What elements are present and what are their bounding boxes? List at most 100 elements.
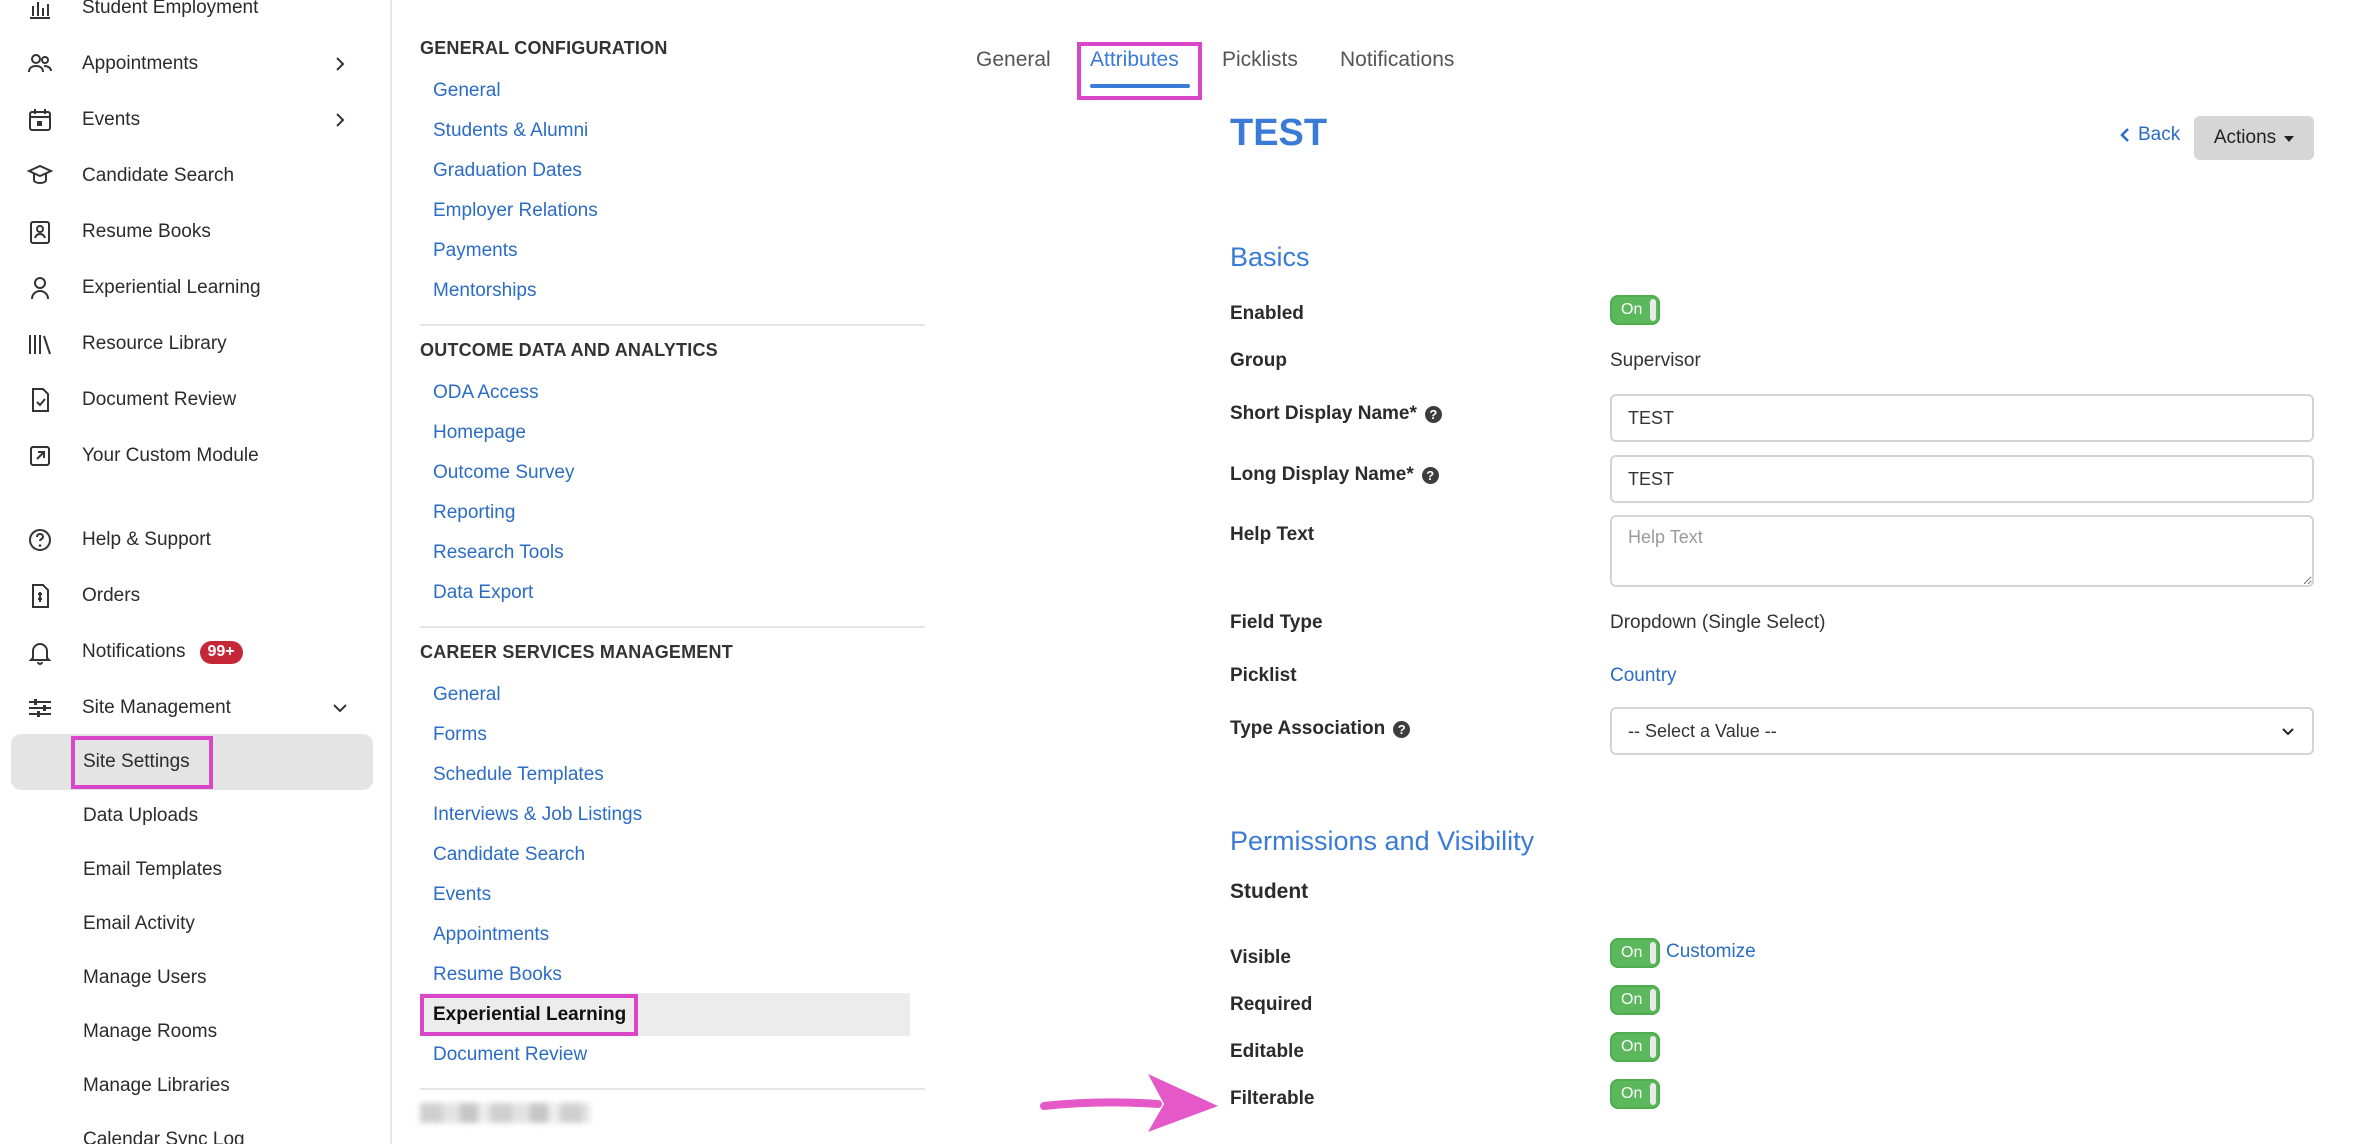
nav-item-label: Candidate Search: [82, 165, 235, 186]
label-text: Help Text: [1230, 524, 1315, 545]
long-display-name-label: Long Display Name*?: [1230, 464, 1439, 486]
caret-down-icon: [2284, 136, 2295, 142]
nav-sub-label: Manage Rooms: [83, 1021, 218, 1042]
short-display-name-input[interactable]: [1610, 394, 2314, 442]
chevron-down-icon: [333, 704, 347, 713]
nav-item-resource-library[interactable]: Resource Library: [26, 324, 366, 364]
settings-link-payments[interactable]: Payments: [433, 240, 517, 262]
tab-notifications[interactable]: Notifications: [1340, 48, 1454, 72]
group-value: Supervisor: [1610, 350, 1701, 371]
settings-link-data-export[interactable]: Data Export: [433, 582, 533, 604]
nav-sub-label: Email Templates: [83, 859, 223, 880]
settings-link-homepage[interactable]: Homepage: [433, 422, 526, 444]
permissions-visibility-heading: Permissions and Visibility: [1230, 826, 1535, 856]
enabled-toggle[interactable]: On: [1610, 295, 1660, 325]
nav-item-help-support[interactable]: Help & Support: [26, 520, 366, 560]
toggle-text: On: [1621, 944, 1643, 961]
long-display-name-input[interactable]: [1610, 455, 2314, 503]
nav-item-label: Notifications: [82, 641, 186, 662]
settings-link-csm-general[interactable]: General: [433, 684, 501, 706]
settings-link-general[interactable]: General: [433, 80, 501, 102]
settings-link-employer-relations[interactable]: Employer Relations: [433, 200, 598, 222]
editable-toggle[interactable]: On: [1610, 1032, 1660, 1062]
nav-sub-manage-libraries[interactable]: Manage Libraries: [83, 1068, 230, 1104]
nav-item-label: Student Employment: [82, 0, 259, 18]
type-association-select[interactable]: -- Select a Value --: [1610, 707, 2314, 755]
settings-link-events[interactable]: Events: [433, 884, 491, 906]
actions-label: Actions: [2213, 127, 2277, 148]
settings-link-forms[interactable]: Forms: [433, 724, 487, 746]
actions-dropdown-button[interactable]: Actions: [2194, 116, 2314, 160]
picklist-label: Picklist: [1230, 665, 1297, 687]
required-toggle[interactable]: On: [1610, 985, 1660, 1015]
student-subheading: Student: [1230, 880, 1308, 904]
help-text-label: Help Text: [1230, 524, 1314, 546]
nav-item-label: Resume Books: [82, 221, 211, 242]
nav-item-label: Experiential Learning: [82, 277, 261, 298]
question-circle-icon[interactable]: ?: [1393, 720, 1411, 738]
type-association-label: Type Association?: [1230, 718, 1411, 740]
nav-item-orders[interactable]: Orders: [26, 576, 366, 616]
nav-sub-calendar-sync-log[interactable]: Calendar Sync Log: [83, 1122, 245, 1144]
nav-item-student-employment[interactable]: Student Employment: [26, 0, 366, 28]
help-icon: [26, 525, 60, 555]
tab-general[interactable]: General: [976, 48, 1051, 72]
settings-link-students-alumni[interactable]: Students & Alumni: [433, 120, 588, 142]
nav-item-site-management[interactable]: Site Management: [26, 688, 366, 728]
help-text-textarea[interactable]: [1610, 515, 2314, 587]
settings-link-research-tools[interactable]: Research Tools: [433, 542, 564, 564]
redacted-section-heading: [420, 1103, 590, 1123]
question-circle-icon[interactable]: ?: [1421, 466, 1439, 484]
label-text: Long Display Name*: [1230, 464, 1414, 485]
chevron-down-icon: [2282, 728, 2294, 736]
external-icon: [26, 441, 60, 471]
settings-link-resume-books[interactable]: Resume Books: [433, 964, 562, 986]
nav-sub-email-activity[interactable]: Email Activity: [83, 906, 195, 942]
highlight-attributes-tab: [1077, 42, 1202, 100]
settings-link-reporting[interactable]: Reporting: [433, 502, 515, 524]
nav-item-candidate-search[interactable]: Candidate Search: [26, 156, 366, 196]
nav-sub-manage-users[interactable]: Manage Users: [83, 960, 207, 996]
tab-picklists[interactable]: Picklists: [1222, 48, 1298, 72]
label-text: Enabled: [1230, 303, 1304, 324]
question-circle-icon[interactable]: ?: [1424, 405, 1442, 423]
nav-item-resume-books[interactable]: Resume Books: [26, 212, 366, 252]
customize-link[interactable]: Customize: [1666, 941, 1756, 963]
settings-link-document-review[interactable]: Document Review: [433, 1044, 587, 1066]
filterable-toggle[interactable]: On: [1610, 1079, 1660, 1109]
nav-item-your-custom-module[interactable]: Your Custom Module: [26, 436, 366, 476]
learner-icon: [26, 273, 60, 303]
label-text: Required: [1230, 994, 1313, 1015]
picklist-link[interactable]: Country: [1610, 665, 1677, 687]
nav-sub-email-templates[interactable]: Email Templates: [83, 852, 222, 888]
bar-chart-icon: [26, 0, 60, 23]
settings-link-mentorships[interactable]: Mentorships: [433, 280, 537, 302]
settings-link-graduation-dates[interactable]: Graduation Dates: [433, 160, 582, 182]
back-link[interactable]: Back: [2118, 124, 2180, 146]
library-icon: [26, 329, 60, 359]
settings-link-outcome-survey[interactable]: Outcome Survey: [433, 462, 575, 484]
nav-sub-label: Calendar Sync Log: [83, 1129, 245, 1144]
settings-link-oda-access[interactable]: ODA Access: [433, 382, 539, 404]
visible-toggle[interactable]: On: [1610, 938, 1660, 968]
nav-item-appointments[interactable]: Appointments: [26, 44, 366, 84]
nav-item-label: Site Management: [82, 697, 231, 718]
short-display-name-label: Short Display Name*?: [1230, 403, 1442, 425]
label-text: Group: [1230, 350, 1287, 371]
basics-heading: Basics: [1230, 242, 1310, 272]
section-heading: OUTCOME DATA AND ANALYTICS: [420, 340, 718, 360]
nav-item-experiential-learning[interactable]: Experiential Learning: [26, 268, 366, 308]
toggle-text: On: [1621, 991, 1643, 1008]
settings-link-candidate-search[interactable]: Candidate Search: [433, 844, 585, 866]
label-text: Student: [1230, 880, 1309, 903]
nav-sub-data-uploads[interactable]: Data Uploads: [83, 798, 198, 834]
nav-item-document-review[interactable]: Document Review: [26, 380, 366, 420]
nav-sub-manage-rooms[interactable]: Manage Rooms: [83, 1014, 217, 1050]
settings-link-interviews-job-listings[interactable]: Interviews & Job Listings: [433, 804, 642, 826]
settings-link-appointments[interactable]: Appointments: [433, 924, 549, 946]
label-text: Editable: [1230, 1041, 1304, 1062]
nav-item-events[interactable]: Events: [26, 100, 366, 140]
nav-item-notifications[interactable]: Notifications 99+: [26, 632, 366, 672]
settings-link-schedule-templates[interactable]: Schedule Templates: [433, 764, 604, 786]
toggle-text: On: [1621, 301, 1643, 318]
